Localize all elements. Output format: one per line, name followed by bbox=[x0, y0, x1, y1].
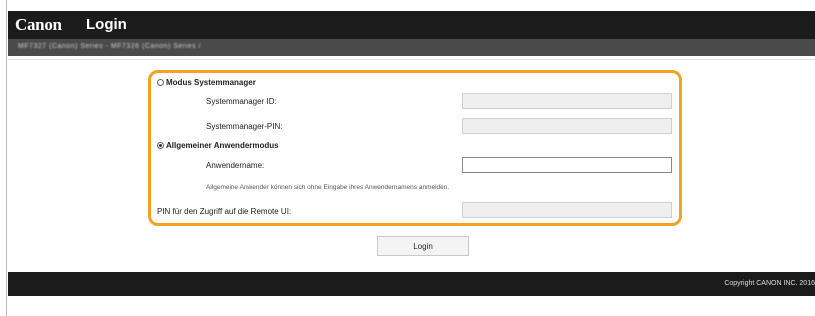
username-field[interactable] bbox=[462, 157, 672, 176]
general-user-note: Allgemeine Anwender können sich ohne Ein… bbox=[206, 184, 450, 191]
system-manager-mode-radio[interactable] bbox=[157, 79, 164, 86]
system-manager-pin-input[interactable] bbox=[463, 122, 671, 137]
header-bar: Canon Login bbox=[8, 11, 815, 39]
footer-bar: Copyright CANON INC. 2016 bbox=[8, 272, 815, 296]
username-label: Anwendername: bbox=[206, 161, 265, 170]
remote-pin-input[interactable] bbox=[463, 206, 671, 221]
system-manager-mode-label: Modus Systemmanager bbox=[166, 78, 256, 87]
remote-pin-label: PIN für den Zugriff auf die Remote UI: bbox=[157, 207, 292, 216]
general-user-mode-label: Allgemeiner Anwendermodus bbox=[166, 141, 279, 150]
device-info-bar: MF7327 (Canon) Series - MF7326 (Canon) S… bbox=[8, 39, 815, 56]
system-manager-pin-field[interactable] bbox=[462, 118, 672, 137]
canon-logo: Canon bbox=[15, 15, 62, 34]
divider bbox=[8, 59, 815, 60]
login-button[interactable]: Login bbox=[377, 236, 469, 256]
remote-pin-field[interactable] bbox=[462, 202, 672, 221]
general-user-mode-radio[interactable] bbox=[157, 142, 164, 149]
username-input[interactable] bbox=[463, 161, 671, 176]
page-title: Login bbox=[86, 16, 127, 33]
system-manager-id-label: Systemmanager ID: bbox=[206, 97, 277, 106]
copyright-text: Copyright CANON INC. 2016 bbox=[724, 280, 815, 287]
system-manager-pin-label: Systemmanager-PIN: bbox=[206, 122, 283, 131]
system-manager-id-field[interactable] bbox=[462, 93, 672, 112]
device-info-text: MF7327 (Canon) Series - MF7326 (Canon) S… bbox=[18, 43, 202, 50]
window-left-edge bbox=[0, 0, 7, 316]
system-manager-id-input[interactable] bbox=[463, 97, 671, 112]
